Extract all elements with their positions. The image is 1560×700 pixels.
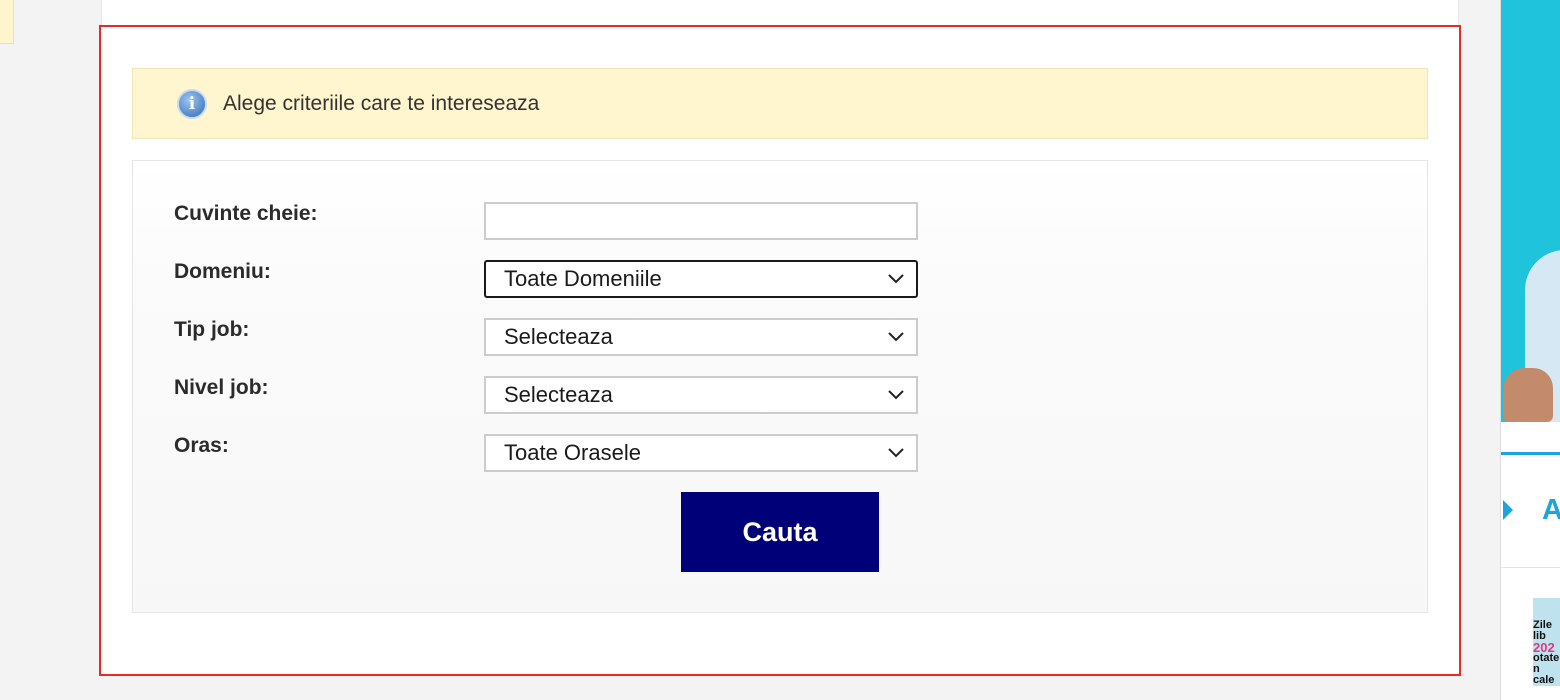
chevron-down-icon xyxy=(888,390,904,400)
search-form: Cuvinte cheie: Domeniu: Toate Domeniile … xyxy=(132,160,1428,613)
sidebar-divider xyxy=(1501,452,1560,455)
info-notice: i Alege criteriile care te intereseaza xyxy=(132,68,1428,139)
domain-select[interactable]: Toate Domeniile xyxy=(484,260,918,298)
keywords-label: Cuvinte cheie: xyxy=(174,202,318,225)
top-content-block xyxy=(101,0,1459,26)
job-level-label: Nivel job: xyxy=(174,376,269,399)
domain-label: Domeniu: xyxy=(174,260,271,283)
thumb-line: n cale xyxy=(1533,663,1555,686)
thumb-line: Zile lib xyxy=(1533,619,1552,642)
job-level-select-value: Selecteaza xyxy=(504,382,613,407)
triangle-right-icon xyxy=(1503,500,1513,520)
city-select[interactable]: Toate Orasele xyxy=(484,434,918,472)
job-level-select[interactable]: Selecteaza xyxy=(484,376,918,414)
left-notice-strip xyxy=(0,0,14,44)
job-type-label: Tip job: xyxy=(174,318,250,341)
ad-banner[interactable] xyxy=(1501,0,1560,422)
ad-person-hand xyxy=(1503,368,1553,422)
sidebar-separator xyxy=(1501,567,1560,568)
keywords-input[interactable] xyxy=(484,202,918,240)
job-type-select-value: Selecteaza xyxy=(504,324,613,349)
city-label: Oras: xyxy=(174,434,229,457)
info-text: Alege criteriile care te intereseaza xyxy=(223,91,540,115)
job-type-select[interactable]: Selecteaza xyxy=(484,318,918,356)
article-thumbnail[interactable]: Zile lib 202 otate n cale xyxy=(1533,598,1560,686)
search-button[interactable]: Cauta xyxy=(681,492,879,572)
chevron-down-icon xyxy=(888,274,904,284)
job-search-panel: i Alege criteriile care te intereseaza C… xyxy=(99,25,1461,676)
info-icon: i xyxy=(177,88,207,119)
chevron-down-icon xyxy=(888,332,904,342)
domain-select-value: Toate Domeniile xyxy=(504,266,662,291)
sidebar-heading[interactable]: A xyxy=(1542,494,1560,527)
right-sidebar: A Zile lib 202 otate n cale xyxy=(1500,0,1560,700)
chevron-down-icon xyxy=(888,448,904,458)
city-select-value: Toate Orasele xyxy=(504,440,641,465)
